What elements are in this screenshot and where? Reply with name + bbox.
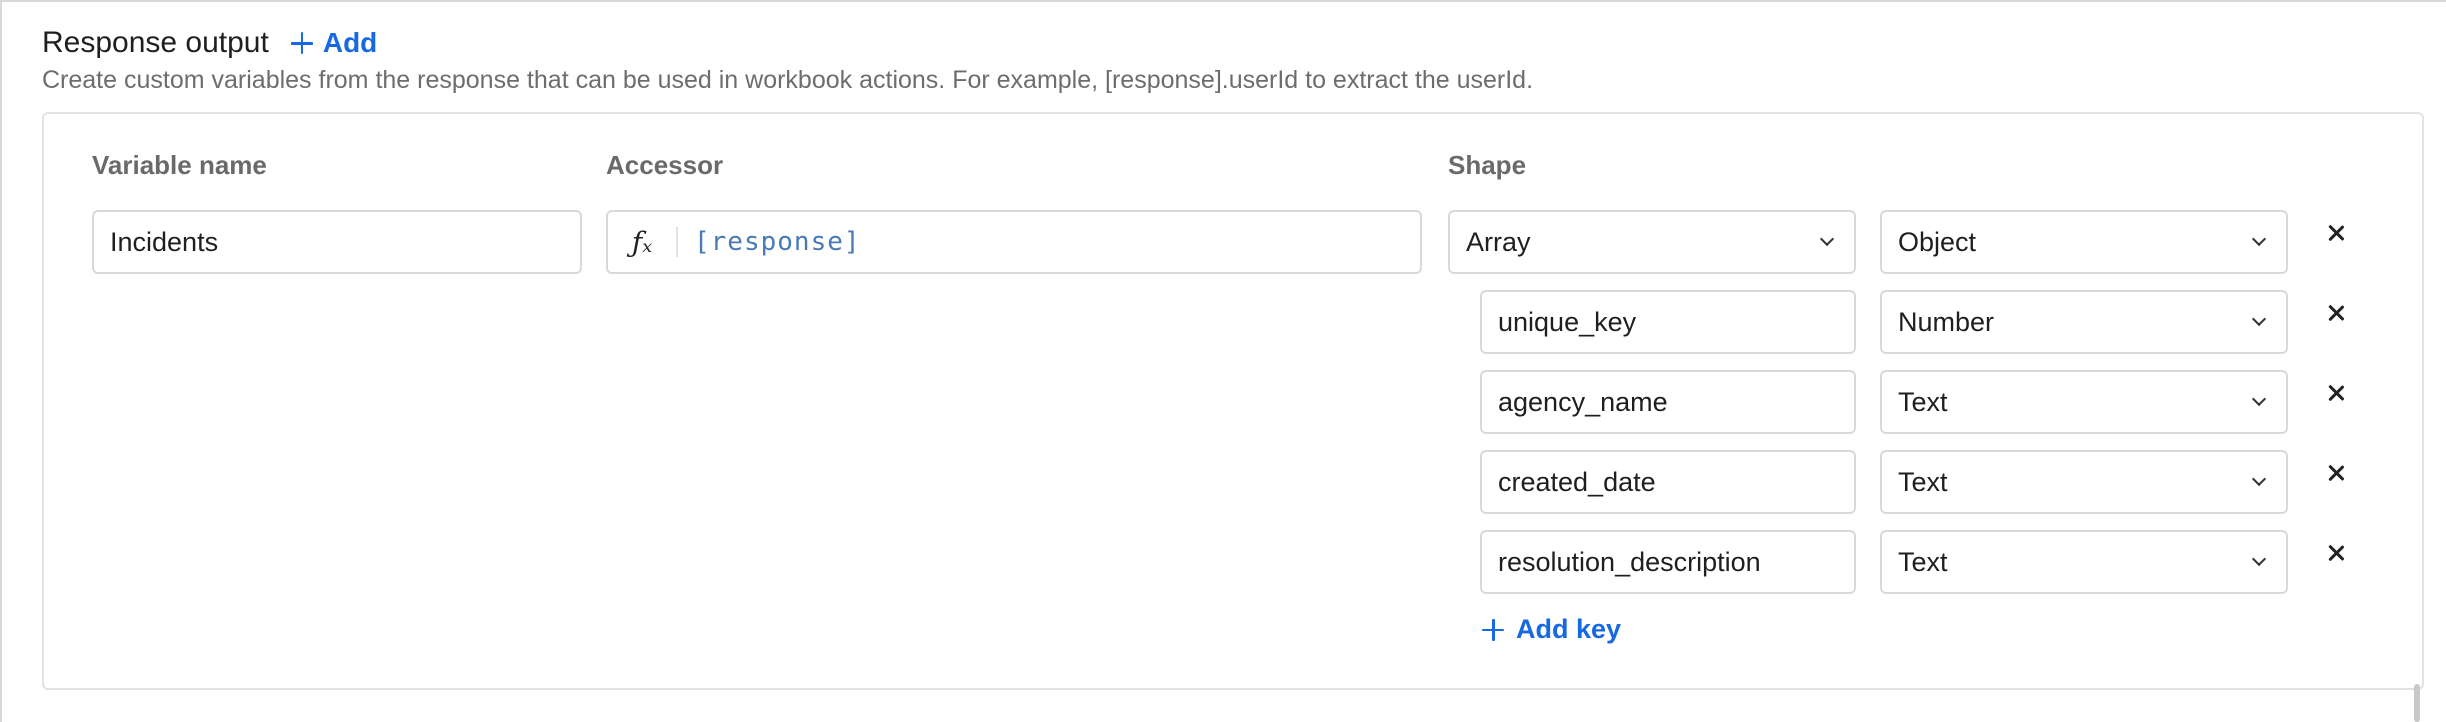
section-description: Create custom variables from the respons…: [42, 66, 1534, 94]
remove-key-close-icon[interactable]: [2322, 299, 2350, 327]
remove-key-close-icon[interactable]: [2322, 539, 2350, 567]
add-key-label: Add key: [1516, 614, 1622, 644]
key-name-input[interactable]: created_date: [1480, 450, 1856, 514]
key-type-select[interactable]: Number: [1880, 290, 2288, 354]
accessor-input[interactable]: ƒₓ [response]: [606, 210, 1422, 274]
key-type-value: Number: [1898, 306, 1995, 337]
plus-icon: [290, 32, 313, 54]
key-name-value: resolution_description: [1498, 546, 1761, 577]
remove-key-close-icon[interactable]: [2322, 379, 2350, 407]
key-name-value: unique_key: [1498, 306, 1637, 337]
plus-icon: [1482, 618, 1504, 641]
key-type-select[interactable]: Text: [1880, 450, 2288, 514]
key-type-value: Text: [1898, 546, 1948, 577]
variable-name-value: Incidents: [110, 226, 219, 257]
fx-icon[interactable]: ƒₓ: [608, 212, 676, 272]
scrollbar[interactable]: [2414, 684, 2420, 722]
chevron-down-icon: [2251, 231, 2267, 247]
column-label-accessor: Accessor: [606, 150, 724, 180]
section-header: Response output Add: [42, 22, 377, 64]
shape-type-select[interactable]: Array: [1448, 210, 1856, 274]
chevron-down-icon: [2251, 391, 2267, 407]
section-title: Response output: [42, 26, 269, 59]
key-name-input[interactable]: unique_key: [1480, 290, 1856, 354]
key-type-value: Text: [1898, 466, 1948, 497]
key-name-value: agency_name: [1498, 386, 1668, 417]
chevron-down-icon: [2251, 471, 2267, 487]
shape-item-type-select[interactable]: Object: [1880, 210, 2288, 274]
accessor-value: [response]: [694, 227, 861, 257]
key-name-value: created_date: [1498, 466, 1656, 497]
remove-variable-close-icon[interactable]: [2322, 219, 2350, 247]
key-type-select[interactable]: Text: [1880, 530, 2288, 594]
add-key-button[interactable]: Add key: [1482, 614, 1621, 645]
column-label-variable-name: Variable name: [92, 150, 267, 180]
shape-item-type-value: Object: [1898, 226, 1977, 257]
chevron-down-icon: [1819, 231, 1835, 247]
add-variable-button[interactable]: Add: [290, 27, 378, 59]
add-variable-label: Add: [322, 27, 378, 58]
key-name-input[interactable]: agency_name: [1480, 370, 1856, 434]
remove-key-close-icon[interactable]: [2322, 459, 2350, 487]
variable-name-input[interactable]: Incidents: [92, 210, 582, 274]
chevron-down-icon: [2251, 551, 2267, 567]
shape-type-value: Array: [1466, 226, 1531, 257]
chevron-down-icon: [2251, 311, 2267, 327]
key-name-input[interactable]: resolution_description: [1480, 530, 1856, 594]
column-label-shape: Shape: [1448, 150, 1527, 180]
key-type-select[interactable]: Text: [1880, 370, 2288, 434]
key-type-value: Text: [1898, 386, 1948, 417]
